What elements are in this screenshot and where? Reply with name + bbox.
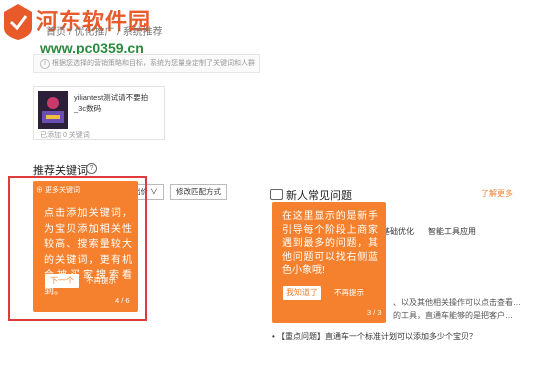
product-title[interactable]: yiliantest测试请不要拍_3c数码 [74,92,160,114]
match-mode-button[interactable]: 修改匹配方式 [170,184,227,200]
step-counter: 3 / 3 [367,308,382,317]
newbie-title: 新人常见问题 [286,190,352,202]
tab-smart-tools[interactable]: 智能工具应用 [428,226,476,237]
watermark-logo-icon [2,2,34,42]
newbie-faq-item[interactable]: • 【重点问题】直通车一个标准计划可以添加多少个宝贝？ [272,331,477,342]
more-keywords-chip[interactable]: ⊕ 更多关键词 [36,185,80,195]
next-button[interactable]: 下一个 [45,274,79,288]
plus-icon: ⊕ [36,187,45,194]
help-icon[interactable]: ? [86,163,97,174]
learn-more-link[interactable]: 了解更多 [481,188,513,199]
newbie-line[interactable]: 、以及其他相关操作可以点击查看… [393,297,521,308]
breadcrumb: 首页 / 优化推广 / 系统推荐 [46,27,163,38]
step-counter: 4 / 6 [115,296,130,305]
tip-text: 根据您选择的营销策略和目标，系统为您量身定制了关键词和人群 [52,60,255,67]
dont-show-again-link[interactable]: 不再提示 [86,275,116,286]
tour2-text: 在这里显示的是新手引导每个阶段上商家遇到最多的问题，其他问题可以找右侧蓝色小象哦… [282,211,378,276]
more-keywords-label: 更多关键词 [44,187,80,194]
chat-icon [270,189,283,200]
chevron-down-icon: ∨ [150,187,158,196]
product-thumbnail [38,91,68,129]
newbie-line[interactable]: 的工具，直通车能够的是把客户… [393,310,513,321]
dont-show-again-link[interactable]: 不再提示 [334,287,364,298]
product-meta: 已添加 0 关键词 [40,132,90,139]
tab-basic-optimization[interactable]: 基础优化 [382,226,414,237]
info-icon: i [40,59,50,69]
got-it-button[interactable]: 我知道了 [283,286,321,300]
